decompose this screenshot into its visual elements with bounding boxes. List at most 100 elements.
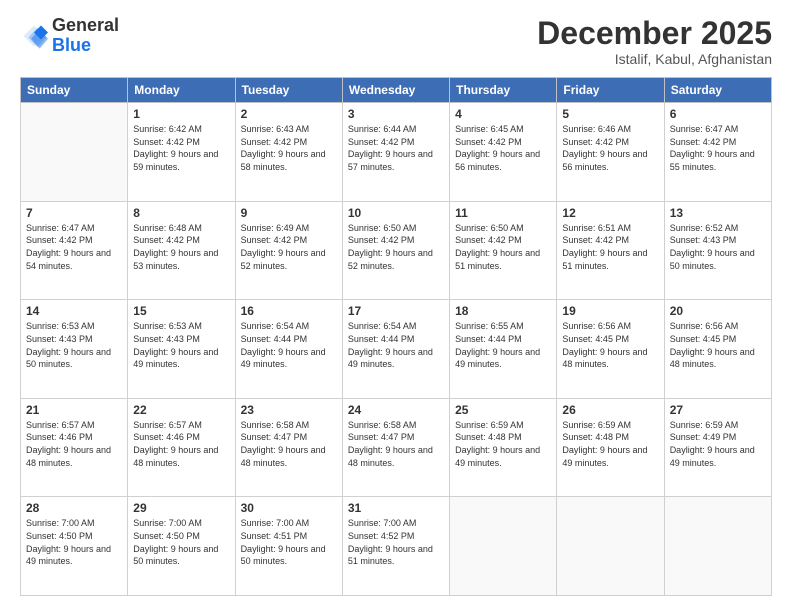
- day-info: Sunrise: 7:00 AM Sunset: 4:50 PM Dayligh…: [26, 517, 122, 567]
- month-title: December 2025: [537, 16, 772, 51]
- day-number: 3: [348, 107, 444, 121]
- logo-blue-text: Blue: [52, 35, 91, 55]
- day-info: Sunrise: 6:59 AM Sunset: 4:48 PM Dayligh…: [562, 419, 658, 469]
- day-info: Sunrise: 6:42 AM Sunset: 4:42 PM Dayligh…: [133, 123, 229, 173]
- day-info: Sunrise: 6:51 AM Sunset: 4:42 PM Dayligh…: [562, 222, 658, 272]
- day-number: 26: [562, 403, 658, 417]
- day-cell: 13 Sunrise: 6:52 AM Sunset: 4:43 PM Dayli…: [664, 201, 771, 300]
- day-cell: 20 Sunrise: 6:56 AM Sunset: 4:45 PM Dayli…: [664, 300, 771, 399]
- calendar-header-row: SundayMondayTuesdayWednesdayThursdayFrid…: [21, 78, 772, 103]
- day-cell: 30 Sunrise: 7:00 AM Sunset: 4:51 PM Dayli…: [235, 497, 342, 596]
- day-cell: 28 Sunrise: 7:00 AM Sunset: 4:50 PM Dayli…: [21, 497, 128, 596]
- day-cell: 8 Sunrise: 6:48 AM Sunset: 4:42 PM Daylig…: [128, 201, 235, 300]
- day-info: Sunrise: 6:55 AM Sunset: 4:44 PM Dayligh…: [455, 320, 551, 370]
- day-cell: 26 Sunrise: 6:59 AM Sunset: 4:48 PM Dayli…: [557, 398, 664, 497]
- day-info: Sunrise: 6:59 AM Sunset: 4:49 PM Dayligh…: [670, 419, 766, 469]
- week-row-3: 21 Sunrise: 6:57 AM Sunset: 4:46 PM Dayli…: [21, 398, 772, 497]
- location: Istalif, Kabul, Afghanistan: [537, 51, 772, 67]
- day-cell: 24 Sunrise: 6:58 AM Sunset: 4:47 PM Dayli…: [342, 398, 449, 497]
- col-header-friday: Friday: [557, 78, 664, 103]
- day-cell: [664, 497, 771, 596]
- day-cell: [557, 497, 664, 596]
- day-cell: 1Sunrise: 6:42 AM Sunset: 4:42 PM Daylig…: [128, 103, 235, 202]
- day-cell: 17 Sunrise: 6:54 AM Sunset: 4:44 PM Dayli…: [342, 300, 449, 399]
- logo-general-text: General: [52, 15, 119, 35]
- day-cell: 4Sunrise: 6:45 AM Sunset: 4:42 PM Daylig…: [450, 103, 557, 202]
- day-info: Sunrise: 6:56 AM Sunset: 4:45 PM Dayligh…: [670, 320, 766, 370]
- day-number: 30: [241, 501, 337, 515]
- day-number: 24: [348, 403, 444, 417]
- day-info: Sunrise: 6:58 AM Sunset: 4:47 PM Dayligh…: [241, 419, 337, 469]
- day-info: Sunrise: 7:00 AM Sunset: 4:51 PM Dayligh…: [241, 517, 337, 567]
- day-cell: 29 Sunrise: 7:00 AM Sunset: 4:50 PM Dayli…: [128, 497, 235, 596]
- day-number: 20: [670, 304, 766, 318]
- day-number: 12: [562, 206, 658, 220]
- day-number: 4: [455, 107, 551, 121]
- day-info: Sunrise: 6:54 AM Sunset: 4:44 PM Dayligh…: [241, 320, 337, 370]
- col-header-thursday: Thursday: [450, 78, 557, 103]
- day-number: 23: [241, 403, 337, 417]
- col-header-saturday: Saturday: [664, 78, 771, 103]
- day-cell: 22Sunrise: 6:57 AM Sunset: 4:46 PM Dayli…: [128, 398, 235, 497]
- week-row-0: 1Sunrise: 6:42 AM Sunset: 4:42 PM Daylig…: [21, 103, 772, 202]
- week-row-1: 7Sunrise: 6:47 AM Sunset: 4:42 PM Daylig…: [21, 201, 772, 300]
- page: General Blue December 2025 Istalif, Kabu…: [0, 0, 792, 612]
- day-number: 21: [26, 403, 122, 417]
- day-number: 2: [241, 107, 337, 121]
- day-number: 31: [348, 501, 444, 515]
- week-row-2: 14Sunrise: 6:53 AM Sunset: 4:43 PM Dayli…: [21, 300, 772, 399]
- week-row-4: 28 Sunrise: 7:00 AM Sunset: 4:50 PM Dayli…: [21, 497, 772, 596]
- day-cell: 6Sunrise: 6:47 AM Sunset: 4:42 PM Daylig…: [664, 103, 771, 202]
- day-cell: 5Sunrise: 6:46 AM Sunset: 4:42 PM Daylig…: [557, 103, 664, 202]
- day-cell: 16 Sunrise: 6:54 AM Sunset: 4:44 PM Dayli…: [235, 300, 342, 399]
- day-cell: 27 Sunrise: 6:59 AM Sunset: 4:49 PM Dayli…: [664, 398, 771, 497]
- day-cell: 7Sunrise: 6:47 AM Sunset: 4:42 PM Daylig…: [21, 201, 128, 300]
- col-header-wednesday: Wednesday: [342, 78, 449, 103]
- day-number: 18: [455, 304, 551, 318]
- day-cell: 9 Sunrise: 6:49 AM Sunset: 4:42 PM Daylig…: [235, 201, 342, 300]
- day-number: 28: [26, 501, 122, 515]
- day-number: 11: [455, 206, 551, 220]
- day-info: Sunrise: 6:47 AM Sunset: 4:42 PM Dayligh…: [670, 123, 766, 173]
- day-info: Sunrise: 6:46 AM Sunset: 4:42 PM Dayligh…: [562, 123, 658, 173]
- day-number: 16: [241, 304, 337, 318]
- day-number: 7: [26, 206, 122, 220]
- logo-text: General Blue: [52, 16, 119, 56]
- day-cell: 19Sunrise: 6:56 AM Sunset: 4:45 PM Dayli…: [557, 300, 664, 399]
- day-cell: 25Sunrise: 6:59 AM Sunset: 4:48 PM Dayli…: [450, 398, 557, 497]
- day-cell: 15 Sunrise: 6:53 AM Sunset: 4:43 PM Dayli…: [128, 300, 235, 399]
- col-header-sunday: Sunday: [21, 78, 128, 103]
- day-info: Sunrise: 6:48 AM Sunset: 4:42 PM Dayligh…: [133, 222, 229, 272]
- logo-icon: [20, 22, 48, 50]
- day-number: 29: [133, 501, 229, 515]
- day-number: 25: [455, 403, 551, 417]
- day-number: 27: [670, 403, 766, 417]
- day-info: Sunrise: 7:00 AM Sunset: 4:52 PM Dayligh…: [348, 517, 444, 567]
- day-number: 17: [348, 304, 444, 318]
- day-cell: [21, 103, 128, 202]
- day-number: 15: [133, 304, 229, 318]
- day-info: Sunrise: 6:53 AM Sunset: 4:43 PM Dayligh…: [26, 320, 122, 370]
- day-number: 13: [670, 206, 766, 220]
- day-info: Sunrise: 7:00 AM Sunset: 4:50 PM Dayligh…: [133, 517, 229, 567]
- day-info: Sunrise: 6:53 AM Sunset: 4:43 PM Dayligh…: [133, 320, 229, 370]
- day-info: Sunrise: 6:58 AM Sunset: 4:47 PM Dayligh…: [348, 419, 444, 469]
- header: General Blue December 2025 Istalif, Kabu…: [20, 16, 772, 67]
- day-cell: 18 Sunrise: 6:55 AM Sunset: 4:44 PM Dayli…: [450, 300, 557, 399]
- day-info: Sunrise: 6:57 AM Sunset: 4:46 PM Dayligh…: [26, 419, 122, 469]
- day-cell: 31 Sunrise: 7:00 AM Sunset: 4:52 PM Dayli…: [342, 497, 449, 596]
- day-cell: 14Sunrise: 6:53 AM Sunset: 4:43 PM Dayli…: [21, 300, 128, 399]
- day-number: 8: [133, 206, 229, 220]
- day-number: 19: [562, 304, 658, 318]
- day-info: Sunrise: 6:44 AM Sunset: 4:42 PM Dayligh…: [348, 123, 444, 173]
- day-info: Sunrise: 6:49 AM Sunset: 4:42 PM Dayligh…: [241, 222, 337, 272]
- day-cell: 12 Sunrise: 6:51 AM Sunset: 4:42 PM Dayli…: [557, 201, 664, 300]
- calendar: SundayMondayTuesdayWednesdayThursdayFrid…: [20, 77, 772, 596]
- day-number: 9: [241, 206, 337, 220]
- day-info: Sunrise: 6:54 AM Sunset: 4:44 PM Dayligh…: [348, 320, 444, 370]
- day-cell: 11Sunrise: 6:50 AM Sunset: 4:42 PM Dayli…: [450, 201, 557, 300]
- day-info: Sunrise: 6:57 AM Sunset: 4:46 PM Dayligh…: [133, 419, 229, 469]
- day-cell: 21 Sunrise: 6:57 AM Sunset: 4:46 PM Dayli…: [21, 398, 128, 497]
- col-header-tuesday: Tuesday: [235, 78, 342, 103]
- day-info: Sunrise: 6:52 AM Sunset: 4:43 PM Dayligh…: [670, 222, 766, 272]
